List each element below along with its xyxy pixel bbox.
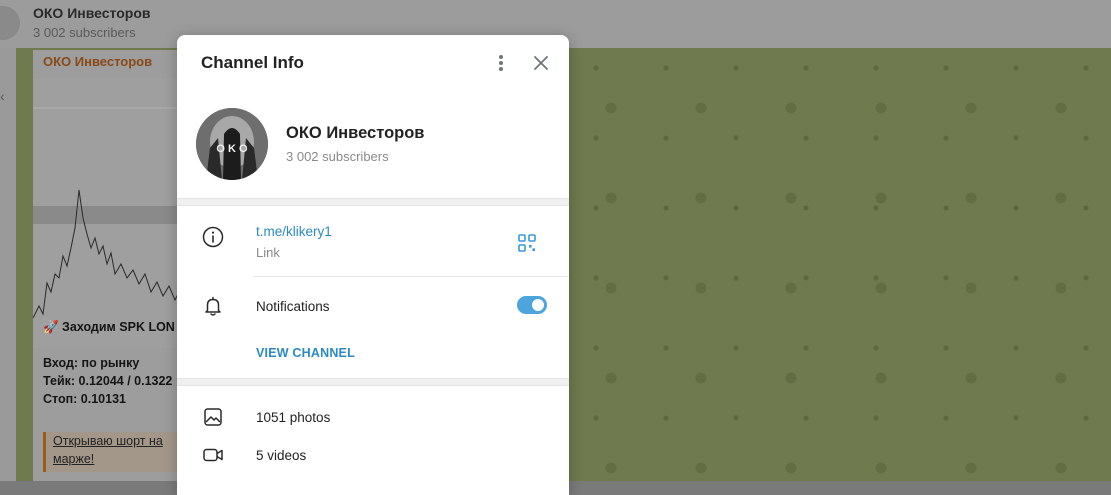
view-channel-button[interactable]: VIEW CHANNEL <box>256 346 355 360</box>
bell-icon <box>201 294 225 318</box>
close-button[interactable] <box>526 49 556 79</box>
post-line-4: Стоп: 0.10131 <box>43 392 126 406</box>
link-caption: Link <box>256 245 280 260</box>
info-icon <box>201 225 225 249</box>
photo-icon <box>201 405 225 429</box>
videos-count[interactable]: 5 videos <box>256 448 306 463</box>
quote-line-1: Открываю шорт на <box>53 434 163 448</box>
more-options-button[interactable] <box>486 49 516 79</box>
channel-subscribers: 3 002 subscribers <box>286 149 389 164</box>
post-line-3: Тейк: 0.12044 / 0.1322 <box>43 374 173 388</box>
post-line-1: 🚀 Заходим SPK LON <box>43 320 175 334</box>
post-author: ОКО Инвесторов <box>43 54 153 69</box>
notifications-toggle[interactable] <box>517 296 547 314</box>
channel-name: ОКО Инвесторов <box>286 124 425 142</box>
notifications-label: Notifications <box>256 299 330 314</box>
channel-info-modal: Channel Info O K O ОКО Инвесторов 3 002 … <box>177 35 569 495</box>
video-icon <box>201 443 225 467</box>
modal-title: Channel Info <box>201 53 304 72</box>
chevron-left-icon: ‹ <box>0 88 5 104</box>
channel-profile: O K O ОКО Инвесторов 3 002 subscribers <box>177 91 569 198</box>
post-reply-quote[interactable]: Открываю шорт на марже! <box>43 432 196 472</box>
channel-post: ОКО Инвесторов 🚀 Заходим SPK LON Вход: п… <box>33 50 193 481</box>
post-line-2: Вход: по рынку <box>43 356 140 370</box>
section-divider <box>177 378 569 386</box>
channel-avatar[interactable]: O K O <box>196 108 268 180</box>
channel-link[interactable]: t.me/klikery1 <box>256 224 332 239</box>
photos-count[interactable]: 1051 photos <box>256 410 330 425</box>
post-chart-image[interactable] <box>33 78 193 348</box>
left-panel-edge: ‹ <box>0 48 16 481</box>
quote-line-2: марже! <box>53 452 95 466</box>
chat-title: ОКО Инвесторов <box>33 5 151 21</box>
qr-code-button[interactable] <box>515 231 539 255</box>
toggle-knob <box>530 297 546 313</box>
row-divider <box>254 276 569 277</box>
chat-avatar <box>0 6 20 40</box>
section-divider <box>177 198 569 206</box>
chat-subscribers: 3 002 subscribers <box>33 25 136 40</box>
modal-header: Channel Info <box>177 35 569 91</box>
avatar-logo-text: O K O <box>216 143 248 155</box>
